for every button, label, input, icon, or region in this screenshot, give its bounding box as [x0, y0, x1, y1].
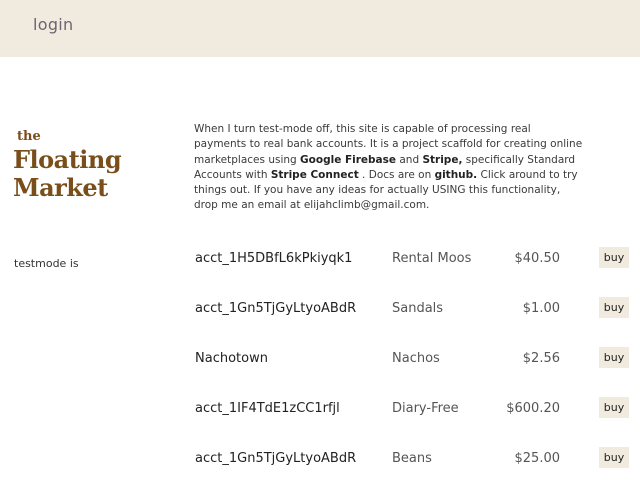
logo: the Floating Market [13, 130, 133, 200]
buy-button[interactable]: buy [599, 347, 629, 368]
logo-floating: Floating [13, 145, 122, 174]
logo-market: Market [13, 173, 108, 202]
stripe-connect-text: Stripe Connect [270, 168, 359, 181]
intro-text: When I turn test-mode off, this site is … [194, 122, 584, 214]
listing-row: acct_1H5DBfL6kPkiyqk1 Rental Moos $40.50… [0, 247, 640, 271]
intro-text-2: and [396, 153, 423, 166]
item-price: $40.50 [514, 251, 561, 266]
account-id: acct_1H5DBfL6kPkiyqk1 [195, 251, 353, 266]
buy-button[interactable]: buy [599, 247, 629, 268]
login-link[interactable]: login [33, 15, 73, 34]
listing-row: acct_1Gn5TjGyLtyoABdR Beans $25.00 buy [0, 447, 640, 471]
buy-button[interactable]: buy [599, 447, 629, 468]
item-price: $2.56 [522, 351, 560, 366]
buy-button[interactable]: buy [599, 297, 629, 318]
google-firebase-text: Google Firebase [300, 153, 397, 166]
account-id: acct_1Gn5TjGyLtyoABdR [195, 301, 357, 316]
item-name: Rental Moos [392, 251, 472, 266]
github-text: github. [434, 168, 478, 181]
top-bar: login [0, 0, 640, 57]
account-id: Nachotown [195, 351, 268, 366]
item-name: Nachos [392, 351, 440, 366]
listing-row: acct_1IF4TdE1zCC1rfjl Diary-Free $600.20… [0, 397, 640, 421]
item-name: Beans [392, 451, 432, 466]
item-price: $1.00 [522, 301, 560, 316]
account-id: acct_1Gn5TjGyLtyoABdR [195, 451, 357, 466]
item-price: $600.20 [506, 401, 560, 416]
account-id: acct_1IF4TdE1zCC1rfjl [195, 401, 340, 416]
stripe-text: Stripe, [422, 153, 463, 166]
item-name: Sandals [392, 301, 444, 316]
buy-button[interactable]: buy [599, 397, 629, 418]
intro-text-4: . Docs are on [358, 168, 435, 181]
item-name: Diary-Free [392, 401, 459, 416]
listing-row: Nachotown Nachos $2.56 buy [0, 347, 640, 371]
listing-row: acct_1Gn5TjGyLtyoABdR Sandals $1.00 buy [0, 297, 640, 321]
item-price: $25.00 [514, 451, 561, 466]
logo-the: the [17, 129, 41, 144]
